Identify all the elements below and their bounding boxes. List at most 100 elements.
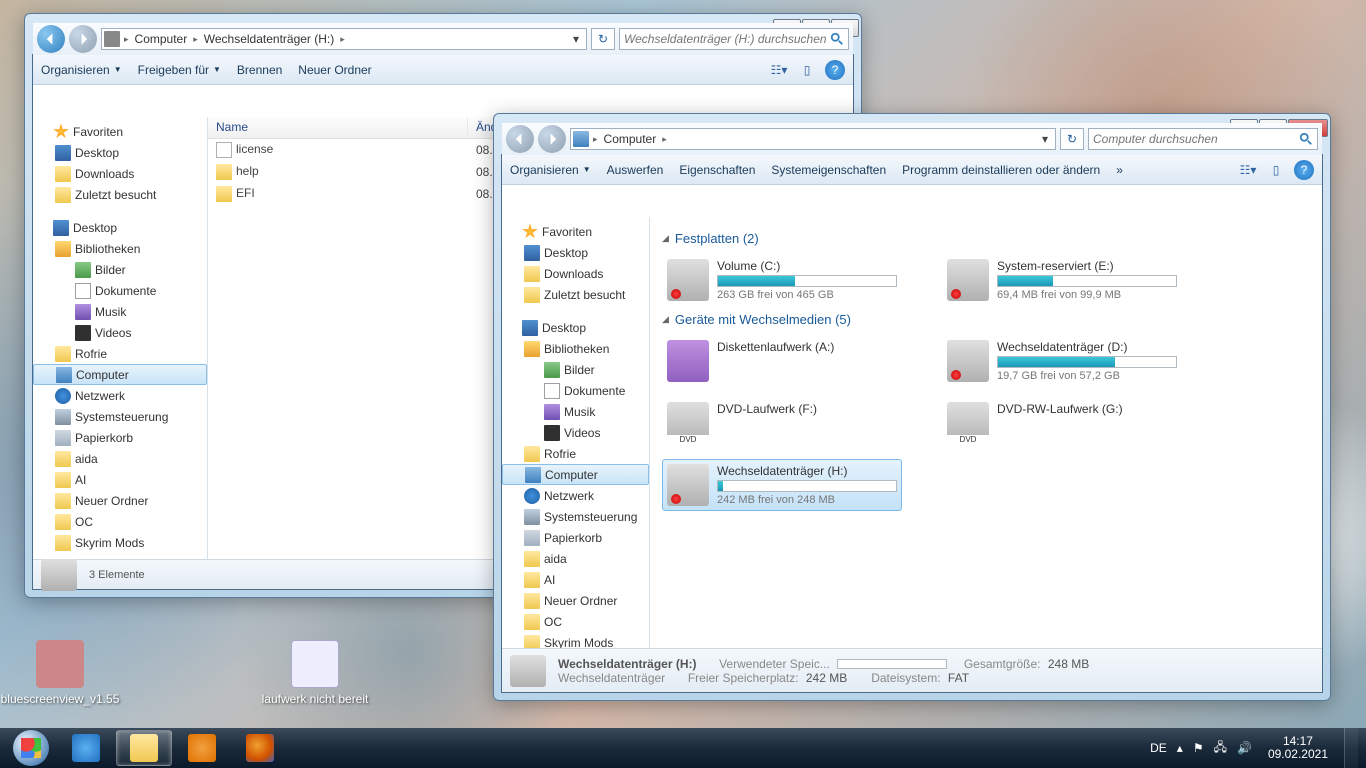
sidebar-item-computer[interactable]: Computer — [502, 464, 649, 485]
organize-menu[interactable]: Organisieren▼ — [41, 63, 122, 77]
address-dropdown[interactable]: ▾ — [568, 32, 584, 46]
share-menu[interactable]: Freigeben für▼ — [138, 63, 221, 77]
network-icon[interactable]: 🖧 — [1214, 738, 1227, 759]
sidebar-item-netzwerk[interactable]: Netzwerk — [33, 385, 207, 406]
chevron-right-icon[interactable]: ▸ — [593, 134, 598, 145]
sidebar-item-papierkorb[interactable]: Papierkorb — [33, 427, 207, 448]
sidebar-item-neuer-ordner[interactable]: Neuer Ordner — [502, 590, 649, 611]
system-props-button[interactable]: Systemeigenschaften — [771, 163, 886, 177]
sidebar-item-skyrim-mods[interactable]: Skyrim Mods — [33, 532, 207, 553]
drive-item[interactable]: Wechseldatenträger (D:)19,7 GB frei von … — [942, 335, 1182, 387]
sidebar-item-favoriten[interactable]: Favoriten — [502, 221, 649, 242]
task-ie[interactable] — [58, 730, 114, 766]
sidebar-item-skyrim-mods[interactable]: Skyrim Mods — [502, 632, 649, 648]
sidebar-item-bilder[interactable]: Bilder — [502, 359, 649, 380]
sidebar-item-aida[interactable]: aida — [33, 448, 207, 469]
chevron-right-icon[interactable]: ▸ — [124, 34, 129, 45]
action-center-icon[interactable]: ⚑ — [1193, 741, 1204, 755]
search-box[interactable] — [1088, 128, 1318, 150]
drive-group-header[interactable]: ◢Geräte mit Wechselmedien (5) — [662, 312, 1310, 327]
sidebar-item-bibliotheken[interactable]: Bibliotheken — [33, 238, 207, 259]
sidebar-item-computer[interactable]: Computer — [33, 364, 207, 385]
burn-button[interactable]: Brennen — [237, 63, 282, 77]
search-input[interactable] — [624, 32, 830, 46]
sidebar-item-dokumente[interactable]: Dokumente — [502, 380, 649, 401]
nav-back-button[interactable] — [37, 25, 65, 53]
new-folder-button[interactable]: Neuer Ordner — [298, 63, 371, 77]
help-button[interactable]: ? — [1294, 160, 1314, 180]
sidebar-item-rofrie[interactable]: Rofrie — [33, 343, 207, 364]
breadcrumb-h[interactable]: Wechseldatenträger (H:) — [202, 32, 337, 46]
drive-group-header[interactable]: ◢Festplatten (2) — [662, 231, 1310, 246]
sidebar-item-bilder[interactable]: Bilder — [33, 259, 207, 280]
tray-expand-icon[interactable]: ▴ — [1177, 741, 1183, 755]
sidebar-item-desktop[interactable]: Desktop — [33, 217, 207, 238]
help-button[interactable]: ? — [825, 60, 845, 80]
clock[interactable]: 14:17 09.02.2021 — [1262, 735, 1334, 761]
task-mediaplayer[interactable] — [174, 730, 230, 766]
view-menu[interactable]: ☷▾ — [1238, 160, 1258, 180]
desktop-icon-bluescreenview[interactable]: bluescreenview_v1.55 — [0, 640, 120, 706]
col-name[interactable]: Name — [208, 117, 468, 138]
search-input[interactable] — [1093, 132, 1299, 146]
address-dropdown[interactable]: ▾ — [1037, 132, 1053, 146]
sidebar-item-ai[interactable]: AI — [502, 569, 649, 590]
sidebar-item-oc[interactable]: OC — [502, 611, 649, 632]
sidebar-item-zuletzt-besucht[interactable]: Zuletzt besucht — [502, 284, 649, 305]
chevron-right-icon[interactable]: ▸ — [193, 34, 198, 45]
address-bar[interactable]: ▸ Computer ▸ ▾ — [570, 128, 1056, 150]
sidebar-item-neuer-ordner[interactable]: Neuer Ordner — [33, 490, 207, 511]
breadcrumb-computer[interactable]: Computer — [602, 132, 659, 146]
navigation-pane[interactable]: FavoritenDesktopDownloadsZuletzt besucht… — [33, 117, 208, 559]
search-box[interactable] — [619, 28, 849, 50]
sidebar-item-zuletzt-besucht[interactable]: Zuletzt besucht — [33, 184, 207, 205]
refresh-button[interactable]: ↻ — [591, 28, 615, 50]
sidebar-item-oc[interactable]: OC — [33, 511, 207, 532]
sidebar-item-papierkorb[interactable]: Papierkorb — [502, 527, 649, 548]
start-button[interactable] — [4, 729, 58, 767]
address-bar[interactable]: ▸ Computer ▸ Wechseldatenträger (H:) ▸ ▾ — [101, 28, 587, 50]
sidebar-item-netzwerk[interactable]: Netzwerk — [502, 485, 649, 506]
drive-item[interactable]: System-reserviert (E:)69,4 MB frei von 9… — [942, 254, 1182, 306]
sidebar-item-dokumente[interactable]: Dokumente — [33, 280, 207, 301]
sidebar-item-bibliotheken[interactable]: Bibliotheken — [502, 338, 649, 359]
preview-pane-button[interactable]: ▯ — [797, 60, 817, 80]
sidebar-item-downloads[interactable]: Downloads — [502, 263, 649, 284]
refresh-button[interactable]: ↻ — [1060, 128, 1084, 150]
sidebar-item-ai[interactable]: AI — [33, 469, 207, 490]
chevron-right-icon[interactable]: ▸ — [340, 34, 345, 45]
preview-pane-button[interactable]: ▯ — [1266, 160, 1286, 180]
nav-back-button[interactable] — [506, 125, 534, 153]
eject-button[interactable]: Auswerfen — [607, 163, 664, 177]
drive-item[interactable]: DVD-RW-Laufwerk (G:) — [942, 397, 1182, 449]
drive-item[interactable]: Diskettenlaufwerk (A:) — [662, 335, 902, 387]
sidebar-item-desktop[interactable]: Desktop — [502, 242, 649, 263]
sidebar-item-aida[interactable]: aida — [502, 548, 649, 569]
chevron-right-icon[interactable]: ▸ — [662, 134, 667, 145]
overflow-button[interactable]: » — [1116, 163, 1123, 177]
drive-item[interactable]: DVD-Laufwerk (F:) — [662, 397, 902, 449]
sidebar-item-rofrie[interactable]: Rofrie — [502, 443, 649, 464]
view-menu[interactable]: ☷▾ — [769, 60, 789, 80]
nav-forward-button[interactable] — [538, 125, 566, 153]
sidebar-item-systemsteuerung[interactable]: Systemsteuerung — [502, 506, 649, 527]
sidebar-item-favoriten[interactable]: Favoriten — [33, 121, 207, 142]
drive-list[interactable]: ◢Festplatten (2) Volume (C:)263 GB frei v… — [650, 217, 1322, 648]
navigation-pane[interactable]: FavoritenDesktopDownloadsZuletzt besucht… — [502, 217, 650, 648]
sidebar-item-downloads[interactable]: Downloads — [33, 163, 207, 184]
sidebar-item-desktop[interactable]: Desktop — [33, 142, 207, 163]
taskbar[interactable]: DE ▴ ⚑ 🖧 🔊 14:17 09.02.2021 — [0, 728, 1366, 768]
drive-item[interactable]: Volume (C:)263 GB frei von 465 GB — [662, 254, 902, 306]
show-desktop-button[interactable] — [1344, 728, 1358, 768]
sidebar-item-musik[interactable]: Musik — [33, 301, 207, 322]
task-explorer[interactable] — [116, 730, 172, 766]
desktop-icon-laufwerk[interactable]: laufwerk nicht bereit — [255, 640, 375, 706]
organize-menu[interactable]: Organisieren▼ — [510, 163, 591, 177]
nav-forward-button[interactable] — [69, 25, 97, 53]
uninstall-button[interactable]: Programm deinstallieren oder ändern — [902, 163, 1100, 177]
sidebar-item-systemsteuerung[interactable]: Systemsteuerung — [33, 406, 207, 427]
system-tray[interactable]: DE ▴ ⚑ 🖧 🔊 14:17 09.02.2021 — [1150, 728, 1362, 768]
volume-icon[interactable]: 🔊 — [1237, 741, 1252, 755]
sidebar-item-desktop[interactable]: Desktop — [502, 317, 649, 338]
language-indicator[interactable]: DE — [1150, 741, 1167, 755]
